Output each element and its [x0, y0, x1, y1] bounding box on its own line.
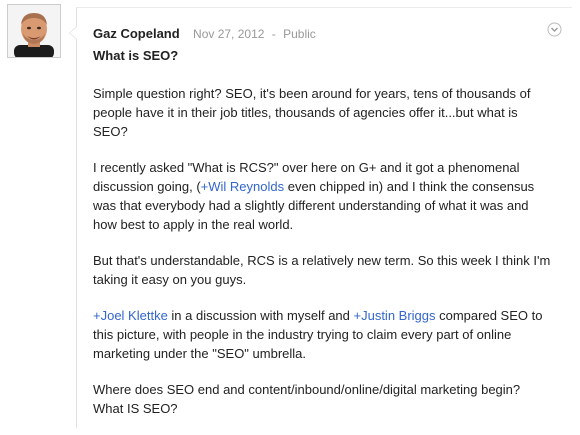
header-separator: -	[271, 27, 276, 41]
paragraph-3: But that's understandable, RCS is a rela…	[93, 253, 551, 287]
post-title: What is SEO?	[93, 48, 179, 63]
paragraph-2: I recently asked "What is RCS?" over her…	[93, 158, 553, 234]
mention-wil-reynolds[interactable]: Wil Reynolds	[208, 179, 284, 194]
paragraph-1: Simple question right? SEO, it's been ar…	[93, 86, 531, 139]
visibility-label[interactable]: Public	[283, 27, 316, 41]
paragraph-5: Where does SEO end and content/inbound/o…	[93, 382, 521, 416]
mention-plus: +	[93, 308, 101, 323]
chevron-down-circle-icon[interactable]	[547, 22, 562, 37]
paragraph-4-text-a: in a discussion with myself and	[167, 308, 354, 323]
post-card: Gaz Copeland Nov 27, 2012 - Public What …	[69, 7, 572, 428]
paragraph-4: +Joel Klettke in a discussion with mysel…	[93, 306, 553, 363]
post-header: Gaz Copeland Nov 27, 2012 - Public	[93, 26, 316, 41]
post-body: What is SEO? Simple question right? SEO,…	[93, 46, 553, 435]
profile-photo	[8, 5, 60, 57]
mention-joel-klettke[interactable]: Joel Klettke	[101, 308, 168, 323]
post-date[interactable]: Nov 27, 2012	[193, 27, 264, 41]
mention-plus: +	[353, 308, 362, 323]
avatar[interactable]	[7, 4, 61, 58]
mention-justin-briggs[interactable]: Justin Briggs	[361, 308, 435, 323]
author-name[interactable]: Gaz Copeland	[93, 26, 180, 41]
